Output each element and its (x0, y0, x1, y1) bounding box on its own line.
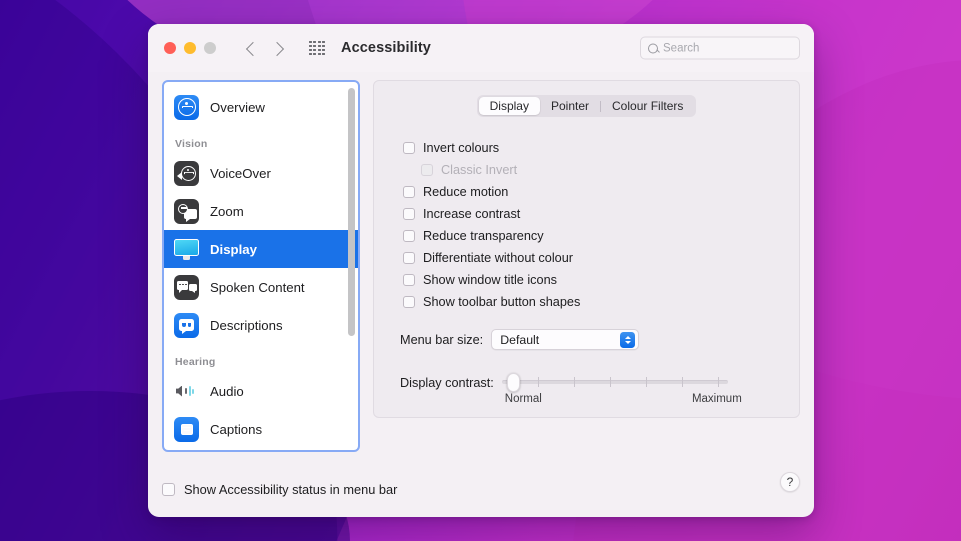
checkbox-row-show-accessibility-status[interactable]: Show Accessibility status in menu bar (162, 482, 397, 497)
menu-bar-size-value: Default (500, 332, 540, 347)
desktop-background: Accessibility Overview Vision (0, 0, 961, 541)
sidebar-scroll-area: Overview Vision VoiceOver Zoom Display S… (164, 82, 358, 450)
checkbox-label: Classic Invert (441, 163, 518, 177)
menu-bar-size-row: Menu bar size: Default (390, 329, 783, 350)
checkbox-show-window-title-icons[interactable] (403, 274, 415, 286)
checkbox-row-differentiate-without-colour[interactable]: Differentiate without colour (390, 247, 783, 269)
checkbox-label: Show Accessibility status in menu bar (184, 482, 398, 497)
sidebar-item-display[interactable]: Display (164, 230, 358, 268)
traffic-lights (164, 42, 216, 54)
slider-tick (537, 377, 540, 387)
checkbox-label: Differentiate without colour (423, 251, 573, 265)
close-button[interactable] (164, 42, 176, 54)
checkbox-row-reduce-motion[interactable]: Reduce motion (390, 181, 783, 203)
navigation-arrows (246, 43, 283, 54)
tab-group: Display Pointer Colour Filters (476, 95, 697, 117)
checkbox-label: Show window title icons (423, 273, 557, 287)
sidebar-item-captions[interactable]: Captions (164, 410, 358, 448)
window-body: Overview Vision VoiceOver Zoom Display S… (148, 72, 814, 462)
sidebar-item-zoom[interactable]: Zoom (164, 192, 358, 230)
tab-bar: Display Pointer Colour Filters (390, 95, 783, 117)
slider-min-caption: Normal (504, 393, 542, 405)
search-input[interactable] (663, 42, 792, 54)
checkbox-row-invert-colours[interactable]: Invert colours (390, 137, 783, 159)
menu-bar-size-label: Menu bar size: (400, 332, 484, 347)
sidebar-item-spoken-content[interactable]: Spoken Content (164, 268, 358, 306)
sidebar-item-label: Zoom (210, 203, 244, 219)
checkbox-increase-contrast[interactable] (403, 208, 415, 220)
checkbox-differentiate-without-colour[interactable] (403, 252, 415, 264)
page-title: Accessibility (341, 40, 431, 56)
checkbox-invert-colours[interactable] (403, 142, 415, 154)
display-contrast-slider[interactable]: Normal Maximum (501, 368, 742, 405)
checkbox-label: Show toolbar button shapes (423, 295, 581, 309)
slider-tick (609, 377, 612, 387)
display-contrast-row: Display contrast: Normal Maximum (390, 368, 783, 405)
spoken-content-icon (174, 274, 199, 300)
display-contrast-label: Display contrast: (400, 376, 494, 390)
slider-thumb[interactable] (506, 373, 520, 392)
sidebar-item-label: Audio (210, 383, 244, 399)
search-field[interactable] (640, 36, 800, 60)
sidebar-scrollbar[interactable] (348, 86, 355, 450)
sidebar-header-hearing: Hearing (175, 356, 216, 368)
zoom-button[interactable] (204, 42, 216, 54)
grid-view-icon[interactable] (309, 41, 325, 55)
sidebar: Overview Vision VoiceOver Zoom Display S… (162, 80, 360, 452)
checkbox-label: Increase contrast (423, 207, 521, 221)
slider-tick (573, 377, 576, 387)
tab-pointer[interactable]: Pointer (540, 97, 600, 115)
sidebar-scrollbar-thumb[interactable] (348, 88, 355, 336)
captions-icon (174, 416, 199, 442)
checkbox-row-classic-invert: Classic Invert (390, 159, 783, 181)
minimize-button[interactable] (184, 42, 196, 54)
system-preferences-window: Accessibility Overview Vision (148, 24, 814, 517)
checkbox-classic-invert (421, 164, 433, 176)
menu-bar-size-select[interactable]: Default (491, 329, 640, 350)
checkbox-row-show-window-title-icons[interactable]: Show window title icons (390, 269, 783, 291)
checkbox-show-accessibility-status[interactable] (162, 483, 175, 496)
sidebar-item-voiceover[interactable]: VoiceOver (164, 154, 358, 192)
back-chevron-icon[interactable] (246, 43, 257, 54)
tab-colour-filters[interactable]: Colour Filters (601, 97, 694, 115)
voiceover-icon (174, 160, 199, 186)
search-icon (648, 43, 658, 53)
sidebar-item-label: Captions (210, 421, 263, 437)
slider-tick (717, 377, 720, 387)
checkbox-row-show-toolbar-button-shapes[interactable]: Show toolbar button shapes (390, 291, 783, 313)
checkbox-row-increase-contrast[interactable]: Increase contrast (390, 203, 783, 225)
display-settings-panel: Display Pointer Colour Filters Invert co… (373, 80, 800, 418)
tab-display[interactable]: Display (478, 97, 540, 115)
checkbox-label: Reduce motion (423, 185, 509, 199)
window-toolbar: Accessibility (148, 24, 814, 72)
checkbox-label: Invert colours (423, 141, 500, 155)
sidebar-item-descriptions[interactable]: Descriptions (164, 306, 358, 344)
zoom-magnifier-icon (174, 198, 199, 224)
checkbox-label: Reduce transparency (423, 229, 544, 243)
sidebar-item-label: Spoken Content (210, 279, 305, 295)
help-button[interactable]: ? (780, 472, 800, 492)
checkbox-reduce-transparency[interactable] (403, 230, 415, 242)
sidebar-header-vision: Vision (175, 138, 208, 150)
sidebar-item-overview[interactable]: Overview (164, 88, 358, 126)
sidebar-item-label: VoiceOver (210, 165, 271, 181)
checkbox-show-toolbar-button-shapes[interactable] (403, 296, 415, 308)
audio-speaker-icon (174, 379, 199, 404)
sidebar-item-label: Display (210, 241, 257, 257)
display-monitor-icon (174, 237, 199, 262)
slider-max-caption: Maximum (691, 393, 742, 405)
window-footer: Show Accessibility status in menu bar ? (148, 462, 814, 517)
descriptions-icon (174, 312, 199, 338)
chevron-updown-icon[interactable] (620, 332, 636, 348)
sidebar-item-audio[interactable]: Audio (164, 372, 358, 410)
slider-tick (645, 377, 648, 387)
slider-track[interactable] (501, 380, 728, 384)
forward-chevron-icon[interactable] (272, 43, 283, 54)
sidebar-item-label: Descriptions (210, 317, 283, 333)
sidebar-item-label: Overview (210, 99, 265, 115)
checkbox-row-reduce-transparency[interactable]: Reduce transparency (390, 225, 783, 247)
slider-tick (681, 377, 684, 387)
checkbox-reduce-motion[interactable] (403, 186, 415, 198)
accessibility-overview-icon (174, 94, 199, 120)
